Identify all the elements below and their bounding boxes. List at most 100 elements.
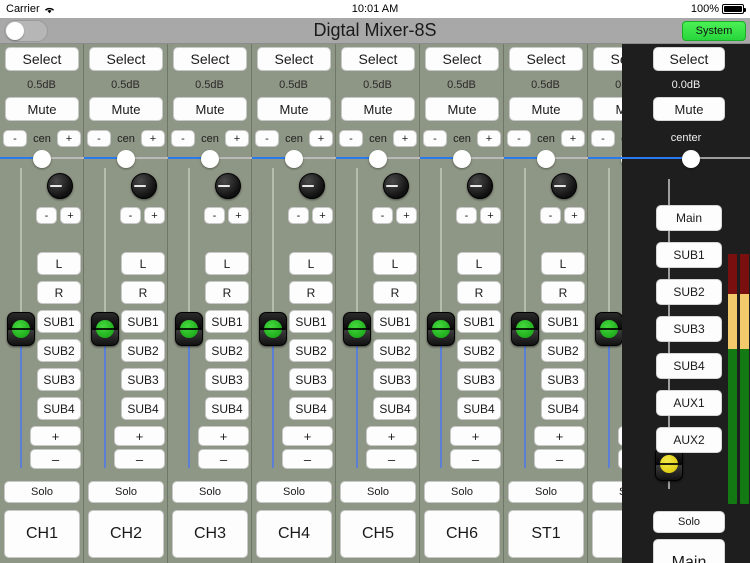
level-decrement-button[interactable]: – [366, 449, 417, 469]
route-button-r[interactable]: R [457, 281, 501, 304]
route-button-sub4[interactable]: SUB4 [37, 397, 81, 420]
gain-knob[interactable] [467, 173, 493, 199]
level-increment-button[interactable]: + [450, 426, 501, 446]
trim-decrement-button[interactable]: - [372, 207, 393, 224]
gain-knob[interactable] [383, 173, 409, 199]
pan-increment-button[interactable]: + [57, 130, 81, 147]
level-increment-button[interactable]: + [114, 426, 165, 446]
route-button-r[interactable]: R [205, 281, 249, 304]
level-decrement-button[interactable]: – [114, 449, 165, 469]
channel-name-button[interactable]: CH3 [172, 510, 248, 558]
trim-increment-button[interactable]: + [144, 207, 165, 224]
route-button-l[interactable]: L [457, 252, 501, 275]
pan-increment-button[interactable]: + [393, 130, 417, 147]
route-button-sub1[interactable]: SUB1 [373, 310, 417, 333]
channel-solo-button[interactable]: Solo [88, 481, 164, 503]
route-button-l[interactable]: L [121, 252, 165, 275]
fader-handle[interactable] [175, 312, 203, 346]
master-bus-button-sub1[interactable]: SUB1 [656, 242, 722, 268]
pan-slider-knob[interactable] [285, 150, 303, 168]
channel-select-button[interactable]: Select [89, 47, 163, 71]
route-button-r[interactable]: R [121, 281, 165, 304]
pan-decrement-button[interactable]: - [87, 130, 111, 147]
master-pan-slider[interactable] [616, 148, 750, 168]
channel-mute-button[interactable]: Mute [5, 97, 79, 121]
trim-increment-button[interactable]: + [396, 207, 417, 224]
channel-fader[interactable] [91, 168, 119, 468]
trim-decrement-button[interactable]: - [288, 207, 309, 224]
master-bus-button-sub2[interactable]: SUB2 [656, 279, 722, 305]
trim-increment-button[interactable]: + [564, 207, 585, 224]
master-bus-button-aux2[interactable]: AUX2 [656, 427, 722, 453]
channel-mute-button[interactable]: Mute [89, 97, 163, 121]
pan-slider[interactable] [420, 148, 504, 168]
channel-solo-button[interactable]: Solo [508, 481, 584, 503]
route-button-sub3[interactable]: SUB3 [37, 368, 81, 391]
route-button-sub3[interactable]: SUB3 [121, 368, 165, 391]
system-button[interactable]: System [682, 21, 746, 41]
master-mute-button[interactable]: Mute [653, 97, 725, 121]
trim-increment-button[interactable]: + [60, 207, 81, 224]
route-button-sub1[interactable]: SUB1 [289, 310, 333, 333]
channel-fader[interactable] [175, 168, 203, 468]
route-button-sub4[interactable]: SUB4 [121, 397, 165, 420]
pan-decrement-button[interactable]: - [591, 130, 615, 147]
master-name-button[interactable]: Main [653, 539, 725, 563]
level-decrement-button[interactable]: – [534, 449, 585, 469]
pan-slider[interactable] [252, 148, 336, 168]
channel-fader[interactable] [259, 168, 287, 468]
level-decrement-button[interactable]: – [282, 449, 333, 469]
gain-knob[interactable] [47, 173, 73, 199]
level-increment-button[interactable]: + [198, 426, 249, 446]
channel-name-button[interactable]: CH4 [256, 510, 332, 558]
fader-handle[interactable] [427, 312, 455, 346]
trim-decrement-button[interactable]: - [456, 207, 477, 224]
channel-solo-button[interactable]: Solo [424, 481, 500, 503]
channel-name-button[interactable]: ST1 [508, 510, 584, 558]
pan-slider[interactable] [0, 148, 84, 168]
master-pan-knob[interactable] [682, 150, 701, 168]
channel-solo-button[interactable]: Solo [340, 481, 416, 503]
route-button-r[interactable]: R [37, 281, 81, 304]
pan-slider[interactable] [504, 148, 588, 168]
route-button-sub4[interactable]: SUB4 [289, 397, 333, 420]
route-button-sub1[interactable]: SUB1 [205, 310, 249, 333]
pan-increment-button[interactable]: + [477, 130, 501, 147]
route-button-sub2[interactable]: SUB2 [37, 339, 81, 362]
gain-knob[interactable] [215, 173, 241, 199]
pan-slider-knob[interactable] [33, 150, 51, 168]
route-button-sub1[interactable]: SUB1 [457, 310, 501, 333]
channel-select-button[interactable]: Select [341, 47, 415, 71]
route-button-l[interactable]: L [289, 252, 333, 275]
channel-fader[interactable] [427, 168, 455, 468]
fader-handle[interactable] [595, 312, 623, 346]
pan-decrement-button[interactable]: - [423, 130, 447, 147]
channel-mute-button[interactable]: Mute [173, 97, 247, 121]
pan-slider[interactable] [84, 148, 168, 168]
route-button-sub2[interactable]: SUB2 [121, 339, 165, 362]
route-button-sub3[interactable]: SUB3 [373, 368, 417, 391]
channel-solo-button[interactable]: Solo [256, 481, 332, 503]
pan-increment-button[interactable]: + [561, 130, 585, 147]
master-bus-button-aux1[interactable]: AUX1 [656, 390, 722, 416]
channel-mute-button[interactable]: Mute [425, 97, 499, 121]
trim-decrement-button[interactable]: - [120, 207, 141, 224]
channel-mute-button[interactable]: Mute [509, 97, 583, 121]
trim-decrement-button[interactable]: - [204, 207, 225, 224]
gain-knob[interactable] [299, 173, 325, 199]
pan-decrement-button[interactable]: - [171, 130, 195, 147]
channel-fader[interactable] [343, 168, 371, 468]
channel-name-button[interactable]: CH2 [88, 510, 164, 558]
route-button-sub4[interactable]: SUB4 [205, 397, 249, 420]
channel-name-button[interactable]: CH5 [340, 510, 416, 558]
route-button-l[interactable]: L [205, 252, 249, 275]
master-bus-button-main[interactable]: Main [656, 205, 722, 231]
channel-mute-button[interactable]: Mute [257, 97, 331, 121]
master-bus-button-sub4[interactable]: SUB4 [656, 353, 722, 379]
route-button-l[interactable]: L [541, 252, 585, 275]
channel-name-button[interactable]: CH1 [4, 510, 80, 558]
route-button-sub4[interactable]: SUB4 [541, 397, 585, 420]
route-button-sub4[interactable]: SUB4 [457, 397, 501, 420]
route-button-r[interactable]: R [373, 281, 417, 304]
pan-increment-button[interactable]: + [225, 130, 249, 147]
